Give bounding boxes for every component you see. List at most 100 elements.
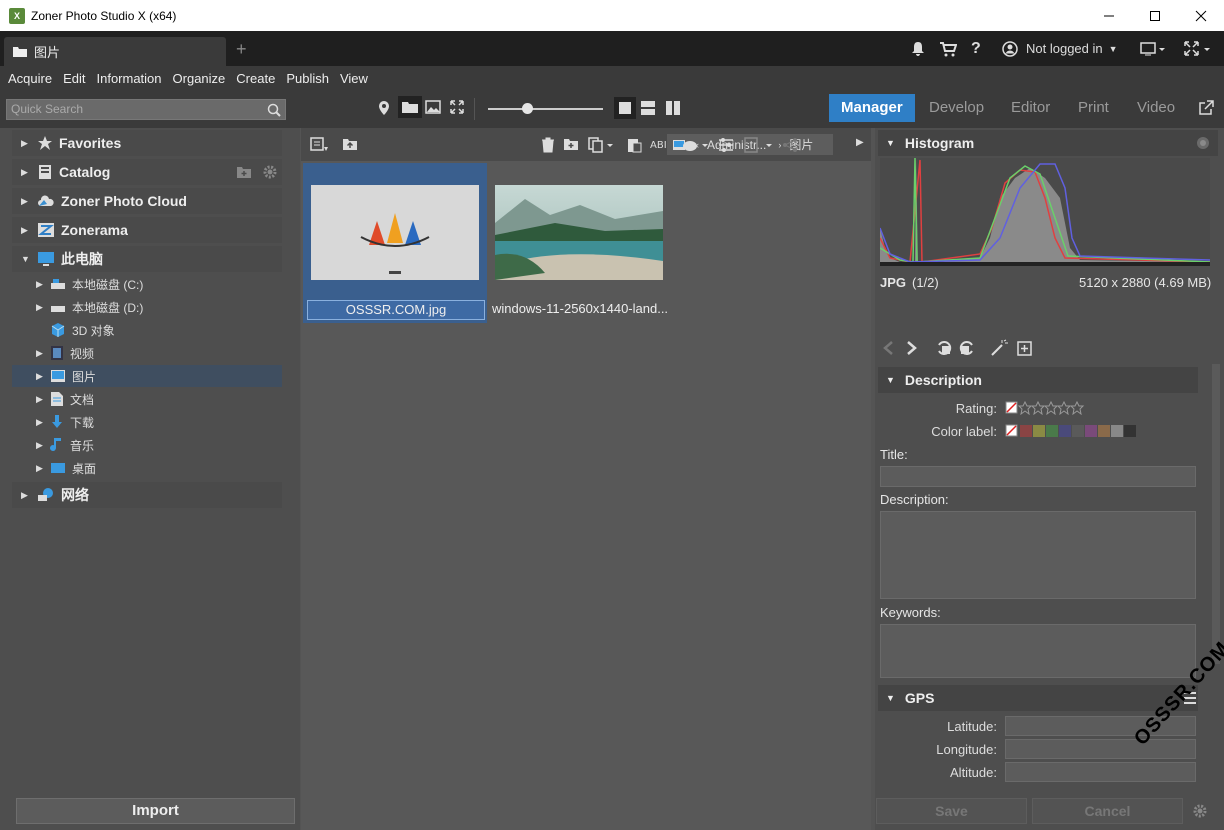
nav-videos[interactable]: ▶ 视频 bbox=[12, 342, 282, 364]
nav-zoner-cloud[interactable]: ▶ Zoner Photo Cloud bbox=[12, 188, 282, 214]
longitude-field[interactable] bbox=[1005, 739, 1196, 759]
search-input[interactable]: Quick Search bbox=[6, 99, 286, 120]
nav-pictures[interactable]: ▶ 图片 bbox=[12, 365, 282, 387]
trash-icon[interactable] bbox=[541, 137, 555, 153]
minimize-button[interactable] bbox=[1086, 0, 1132, 31]
menu-organize[interactable]: Organize bbox=[173, 71, 226, 86]
thumbnail-size-slider[interactable] bbox=[488, 108, 603, 110]
share-icon[interactable] bbox=[782, 137, 798, 153]
nav-favorites[interactable]: ▶ Favorites bbox=[12, 130, 282, 156]
title-field[interactable] bbox=[880, 466, 1196, 487]
nav-downloads[interactable]: ▶ 下载 bbox=[12, 411, 282, 433]
mode-manager[interactable]: Manager bbox=[829, 94, 915, 122]
import-button[interactable]: Import bbox=[16, 798, 295, 824]
cancel-button[interactable]: Cancel bbox=[1032, 798, 1183, 824]
magic-wand-icon[interactable] bbox=[990, 339, 1008, 357]
keywords-field[interactable] bbox=[880, 624, 1196, 678]
help-icon[interactable]: ? bbox=[971, 31, 981, 66]
window-title: Zoner Photo Studio X (x64) bbox=[31, 8, 177, 23]
nav-drive-c[interactable]: ▶ 本地磁盘 (C:) bbox=[12, 273, 282, 295]
collapse-left-icon[interactable] bbox=[0, 468, 8, 488]
rating-stars[interactable] bbox=[1005, 401, 1091, 415]
menu-create[interactable]: Create bbox=[236, 71, 275, 86]
external-window-icon[interactable] bbox=[1198, 100, 1214, 116]
altitude-label: Altitude: bbox=[950, 765, 997, 780]
new-folder-icon[interactable] bbox=[563, 137, 579, 151]
color-label-swatches[interactable] bbox=[1005, 424, 1145, 438]
nav-this-pc[interactable]: ▼ 此电脑 bbox=[12, 246, 282, 272]
menu-view[interactable]: View bbox=[340, 71, 368, 86]
nav-zonerama[interactable]: ▶ Zonerama bbox=[12, 217, 282, 243]
prev-icon[interactable] bbox=[882, 340, 894, 356]
copy-icon[interactable] bbox=[588, 137, 614, 153]
nav-pictures-label: 图片 bbox=[72, 369, 97, 384]
search-icon[interactable] bbox=[267, 103, 281, 117]
add-frame-icon[interactable] bbox=[1015, 339, 1033, 357]
user-menu[interactable]: Not logged in ▼ bbox=[1002, 31, 1118, 66]
layout-columns-icon[interactable] bbox=[665, 100, 681, 116]
add-tab-button[interactable]: + bbox=[236, 39, 247, 60]
filter-icon[interactable] bbox=[718, 137, 736, 153]
paste-icon[interactable] bbox=[626, 137, 642, 153]
settings-gear-icon[interactable] bbox=[1192, 803, 1208, 819]
mode-print[interactable]: Print bbox=[1066, 94, 1121, 122]
chevron-right-icon: ▶ bbox=[21, 489, 28, 500]
rename-icon[interactable]: ABI bbox=[650, 137, 666, 151]
more-right-icon[interactable]: ▶ bbox=[856, 137, 864, 148]
batch-icon[interactable] bbox=[682, 137, 710, 153]
next-icon[interactable] bbox=[906, 340, 918, 356]
browser-view-icon[interactable] bbox=[398, 96, 422, 118]
right-panel-scrollbar[interactable] bbox=[1212, 364, 1220, 664]
histogram-settings-icon[interactable] bbox=[1196, 136, 1210, 150]
rotate-left-icon[interactable] bbox=[935, 339, 953, 357]
nav-drive-d[interactable]: ▶ 本地磁盘 (D:) bbox=[12, 296, 282, 318]
sort-icon[interactable] bbox=[310, 137, 328, 153]
menu-edit[interactable]: Edit bbox=[63, 71, 85, 86]
nav-videos-label: 视频 bbox=[70, 346, 95, 361]
nav-documents[interactable]: ▶ 文档 bbox=[12, 388, 282, 410]
gps-header[interactable]: ▼ GPS bbox=[878, 685, 1198, 711]
bell-icon[interactable] bbox=[910, 31, 926, 66]
layout-single-icon[interactable] bbox=[614, 97, 636, 119]
map-pin-icon[interactable] bbox=[378, 100, 390, 116]
nav-catalog[interactable]: ▶ Catalog bbox=[12, 159, 282, 185]
cart-icon[interactable] bbox=[939, 31, 957, 66]
chevron-down-icon: ▼ bbox=[1108, 43, 1118, 54]
download-icon bbox=[50, 414, 64, 430]
description-header[interactable]: ▼ Description bbox=[878, 367, 1198, 393]
tab-pictures[interactable]: 图片 bbox=[4, 37, 226, 66]
fullscreen-icon[interactable] bbox=[1184, 31, 1212, 66]
chevron-right-icon: ▶ bbox=[21, 166, 28, 177]
thumbnail-item[interactable]: OSSSR.COM.jpg bbox=[303, 163, 487, 323]
maximize-button[interactable] bbox=[1132, 0, 1178, 31]
nav-zoner-cloud-label: Zoner Photo Cloud bbox=[61, 193, 187, 209]
folder-up-icon[interactable] bbox=[342, 137, 358, 151]
nav-downloads-label: 下载 bbox=[70, 415, 95, 430]
mode-editor[interactable]: Editor bbox=[999, 94, 1062, 122]
nav-3d-objects[interactable]: 3D 对象 bbox=[12, 319, 282, 341]
layout-rows-icon[interactable] bbox=[640, 100, 656, 116]
screen-icon[interactable] bbox=[1140, 31, 1166, 66]
menu-information[interactable]: Information bbox=[96, 71, 161, 86]
rotate-right-icon[interactable] bbox=[958, 339, 976, 357]
mode-develop[interactable]: Develop bbox=[917, 94, 996, 122]
image-view-icon[interactable] bbox=[425, 100, 441, 114]
nav-network[interactable]: ▶ 网络 bbox=[12, 482, 282, 508]
histogram-header[interactable]: ▼ Histogram bbox=[878, 130, 1218, 156]
save-button[interactable]: Save bbox=[876, 798, 1027, 824]
altitude-field[interactable] bbox=[1005, 762, 1196, 782]
nav-desktop[interactable]: ▶ 桌面 bbox=[12, 457, 282, 479]
slider-handle[interactable] bbox=[522, 103, 533, 114]
add-folder-icon[interactable] bbox=[236, 165, 252, 179]
drive-icon bbox=[50, 278, 66, 290]
menu-acquire[interactable]: Acquire bbox=[8, 71, 52, 86]
description-field[interactable] bbox=[880, 511, 1196, 599]
mode-video[interactable]: Video bbox=[1125, 94, 1187, 122]
nav-music[interactable]: ▶ 音乐 bbox=[12, 434, 282, 456]
close-button[interactable] bbox=[1178, 0, 1224, 31]
menu-publish[interactable]: Publish bbox=[286, 71, 329, 86]
gear-icon[interactable] bbox=[262, 164, 278, 180]
thumbnail-item[interactable]: windows-11-2560x1440-land... bbox=[487, 163, 671, 323]
expand-icon[interactable] bbox=[450, 100, 464, 114]
export-icon[interactable] bbox=[744, 137, 774, 153]
